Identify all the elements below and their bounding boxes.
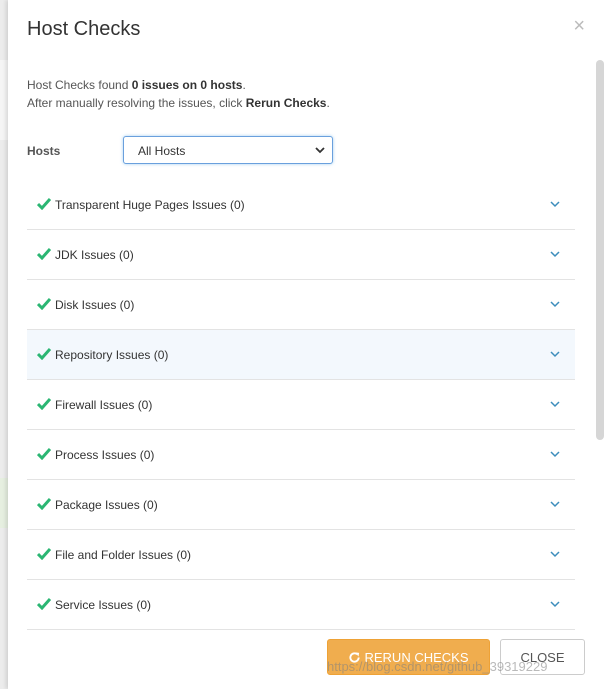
check-icon: [37, 598, 51, 610]
issue-row[interactable]: Firewall Issues (0): [27, 380, 575, 430]
chevron-down-icon[interactable]: [549, 349, 561, 359]
issue-label: Process Issues (0): [55, 448, 155, 462]
check-icon: [37, 248, 51, 260]
issue-row[interactable]: Package Issues (0): [27, 480, 575, 530]
issue-row[interactable]: Disk Issues (0): [27, 280, 575, 330]
instruction-suffix: .: [326, 96, 330, 110]
issue-label: Disk Issues (0): [55, 298, 135, 312]
summary-count: 0 issues on 0 hosts: [131, 78, 243, 92]
scrollbar[interactable]: [596, 60, 604, 440]
check-icon: [37, 198, 51, 210]
issues-list: Transparent Huge Pages Issues (0) JDK Iss…: [27, 180, 575, 630]
instruction-action: Rerun Checks: [245, 96, 327, 110]
check-icon: [37, 448, 51, 460]
summary-text: Host Checks found 0 issues on 0 hosts. A…: [27, 76, 330, 112]
close-button[interactable]: CLOSE: [500, 639, 585, 675]
instruction-prefix: After manually resolving the issues, cli…: [27, 96, 246, 110]
chevron-down-icon[interactable]: [549, 449, 561, 459]
refresh-icon: [349, 652, 361, 663]
chevron-down-icon[interactable]: [549, 199, 561, 209]
chevron-down-icon[interactable]: [549, 599, 561, 609]
dialog-title: Host Checks: [27, 18, 141, 40]
check-icon: [37, 298, 51, 310]
hosts-select-value: All Hosts: [138, 144, 186, 158]
host-checks-dialog: Host Checks × Host Checks found 0 issues…: [8, 0, 605, 689]
background-strip: [0, 60, 8, 140]
hosts-select[interactable]: All Hosts: [123, 136, 333, 164]
chevron-down-icon[interactable]: [549, 399, 561, 409]
summary-prefix: Host Checks found: [27, 78, 132, 92]
background-strip-green: [0, 478, 8, 528]
chevron-down-icon[interactable]: [549, 549, 561, 559]
rerun-checks-label: RERUN CHECKS: [364, 650, 469, 665]
issue-label: Repository Issues (0): [55, 348, 169, 362]
close-icon[interactable]: ×: [573, 16, 585, 36]
issue-label: Transparent Huge Pages Issues (0): [55, 198, 245, 212]
issue-row[interactable]: JDK Issues (0): [27, 230, 575, 280]
summary-line-2: After manually resolving the issues, cli…: [27, 94, 330, 112]
issue-label: File and Folder Issues (0): [55, 548, 192, 562]
issue-label: Package Issues (0): [55, 498, 158, 512]
chevron-down-icon[interactable]: [549, 249, 561, 259]
hosts-label: Hosts: [27, 144, 61, 158]
issue-label: Service Issues (0): [55, 598, 152, 612]
issue-row[interactable]: Transparent Huge Pages Issues (0): [27, 180, 575, 230]
check-icon: [37, 548, 51, 560]
check-icon: [37, 398, 51, 410]
issue-row[interactable]: Process Issues (0): [27, 430, 575, 480]
issue-row[interactable]: Service Issues (0): [27, 580, 575, 630]
issue-row[interactable]: File and Folder Issues (0): [27, 530, 575, 580]
summary-line-1: Host Checks found 0 issues on 0 hosts.: [27, 76, 330, 94]
issue-label: Firewall Issues (0): [55, 398, 153, 412]
chevron-down-icon[interactable]: [549, 499, 561, 509]
chevron-down-icon: [315, 147, 325, 154]
check-icon: [37, 498, 51, 510]
rerun-checks-button[interactable]: RERUN CHECKS: [327, 639, 490, 675]
check-icon: [37, 348, 51, 360]
chevron-down-icon[interactable]: [549, 299, 561, 309]
hosts-filter-row: Hosts All Hosts: [27, 136, 337, 166]
issue-row[interactable]: Repository Issues (0): [27, 330, 575, 380]
summary-suffix: .: [242, 78, 246, 92]
issue-label: JDK Issues (0): [55, 248, 134, 262]
